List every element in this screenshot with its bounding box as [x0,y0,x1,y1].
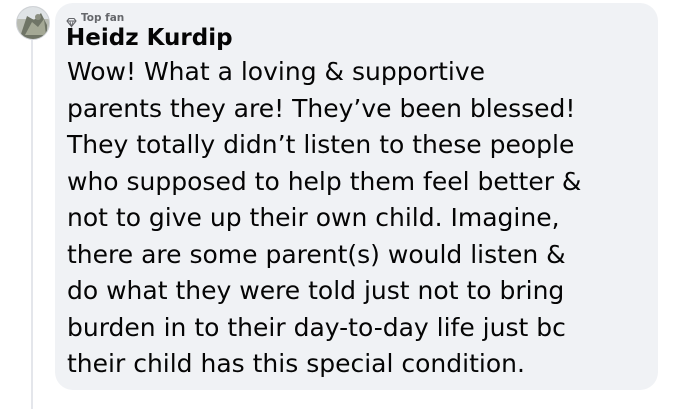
comment-line: not to give up their own child. Imagine, [67,203,560,232]
diamond-icon [66,13,77,28]
top-fan-badge[interactable]: Top fan [66,11,125,28]
comment-line: there are some parent(s) would listen & [67,239,566,269]
comment-thread: Top fan Heidz Kurdip Wow! What a loving … [0,0,700,409]
comment-line: burden in to their day-to-day life just … [67,312,566,342]
comment-line: Wow! What a loving & supportive [67,57,486,86]
comment-line: who supposed to help them feel better & [67,166,582,196]
badge-label: Top fan [81,12,125,24]
comment-line: They totally didn’t listen to these peop… [67,130,575,159]
comment-line: parents they are! They’ve been blessed! [67,93,576,123]
comment-line: do what they were told just not to bring [67,276,565,305]
author-name[interactable]: Heidz Kurdip [66,24,233,52]
comment-text: Wow! What a loving & supportive parents … [67,54,657,383]
avatar-image [17,7,49,39]
avatar[interactable] [16,6,50,40]
thread-line [31,40,33,409]
comment-line: their child has this special condition. [67,349,525,378]
